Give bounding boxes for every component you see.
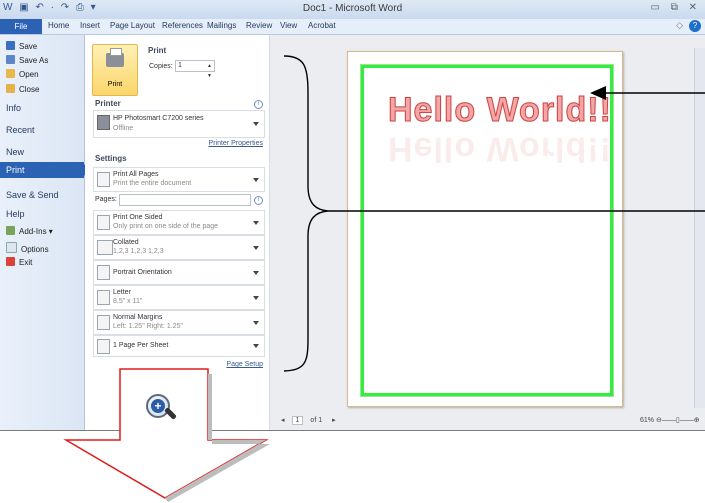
plus-icon: +	[151, 399, 165, 413]
zoom-magnifier: +	[118, 368, 208, 440]
magnifier-icon: +	[146, 394, 170, 418]
magnifier-handle	[164, 407, 177, 420]
curly-brace	[283, 55, 329, 372]
annotation-overlay	[63, 55, 705, 502]
arrow-head	[590, 86, 606, 100]
